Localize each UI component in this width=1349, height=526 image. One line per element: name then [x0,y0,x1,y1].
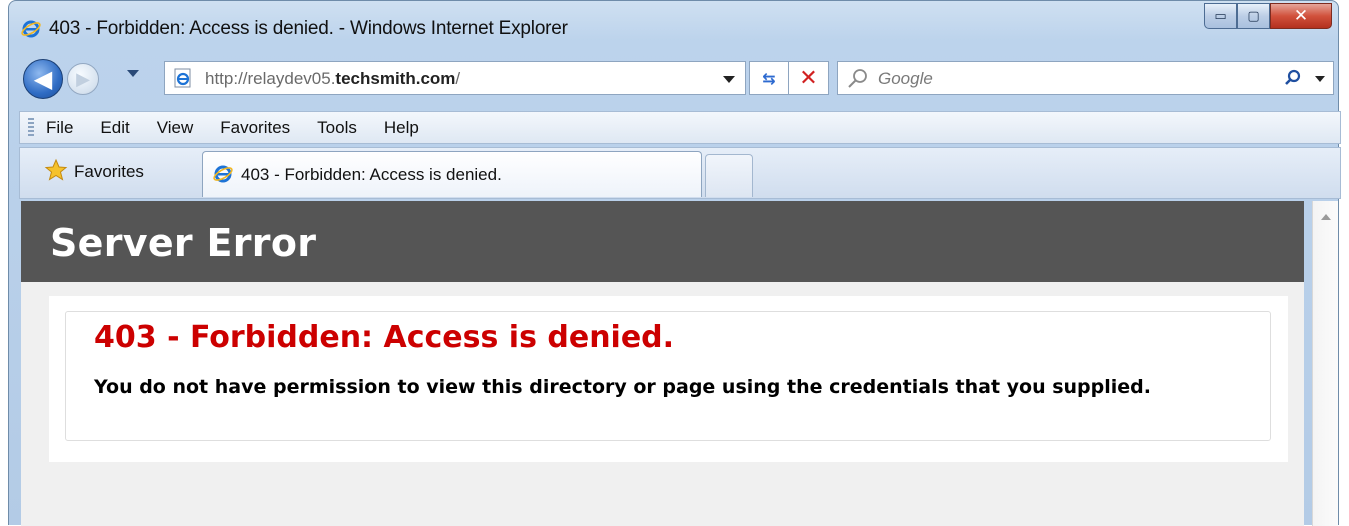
search-options-dropdown-icon[interactable] [1315,76,1325,82]
search-go-icon[interactable] [1283,68,1303,92]
error-message: You do not have permission to view this … [94,376,1151,398]
content-panel: 403 - Forbidden: Access is denied. You d… [49,296,1288,462]
star-icon [44,158,68,186]
menu-file[interactable]: File [46,118,73,138]
refresh-button[interactable]: ⇆ [749,61,789,95]
caption-buttons: ▭ ▢ ✕ [1204,3,1332,33]
tab-label: 403 - Forbidden: Access is denied. [241,165,502,184]
menu-view[interactable]: View [157,118,194,138]
window-title: 403 - Forbidden: Access is denied. - Win… [49,18,568,39]
page-title: Server Error [50,221,317,265]
address-bar[interactable]: http://relaydev05.techsmith.com/ [164,61,746,95]
menu-help[interactable]: Help [384,118,419,138]
vertical-scrollbar[interactable] [1312,201,1338,526]
new-tab-button[interactable] [705,154,753,197]
title-bar: 403 - Forbidden: Access is denied. - Win… [9,1,1338,53]
ie-logo-icon [21,19,41,39]
tab-bar: Favorites 403 - Forbidden: Access is den… [19,147,1341,199]
menu-bar: File Edit View Favorites Tools Help [19,111,1341,144]
tab-active[interactable]: 403 - Forbidden: Access is denied. [202,151,702,197]
close-button[interactable]: ✕ [1270,3,1332,29]
favorites-button[interactable]: Favorites [44,158,144,186]
favorites-label: Favorites [74,162,144,181]
ie-logo-icon [213,164,233,184]
error-heading: 403 - Forbidden: Access is denied. [94,320,675,355]
stop-button[interactable]: ✕ [789,61,829,95]
minimize-button[interactable]: ▭ [1204,3,1237,29]
ie-page-icon [173,68,193,92]
forward-button[interactable]: ▶ [67,63,99,95]
address-dropdown-icon[interactable] [723,76,735,83]
browser-window: 403 - Forbidden: Access is denied. - Win… [8,0,1341,526]
menu-edit[interactable]: Edit [100,118,129,138]
search-box[interactable]: Google [837,61,1334,95]
menu-favorites[interactable]: Favorites [220,118,290,138]
menu-tools[interactable]: Tools [317,118,357,138]
search-placeholder[interactable]: Google [878,69,933,89]
recent-pages-dropdown-icon[interactable] [127,70,139,77]
scroll-up-arrow-icon[interactable] [1321,214,1331,220]
magnifier-icon [846,67,870,93]
address-url[interactable]: http://relaydev05.techsmith.com/ [205,69,460,89]
error-header-band: Server Error [21,201,1304,282]
maximize-button[interactable]: ▢ [1237,3,1270,29]
error-box: 403 - Forbidden: Access is denied. You d… [65,311,1271,441]
toolbar-grip [28,117,34,138]
page-content: Server Error 403 - Forbidden: Access is … [21,201,1304,526]
back-button[interactable]: ◀ [23,59,63,99]
navigation-bar: ◀ ▶ http://relaydev05.techsmith.com/ ⇆ ✕ [9,57,1338,105]
